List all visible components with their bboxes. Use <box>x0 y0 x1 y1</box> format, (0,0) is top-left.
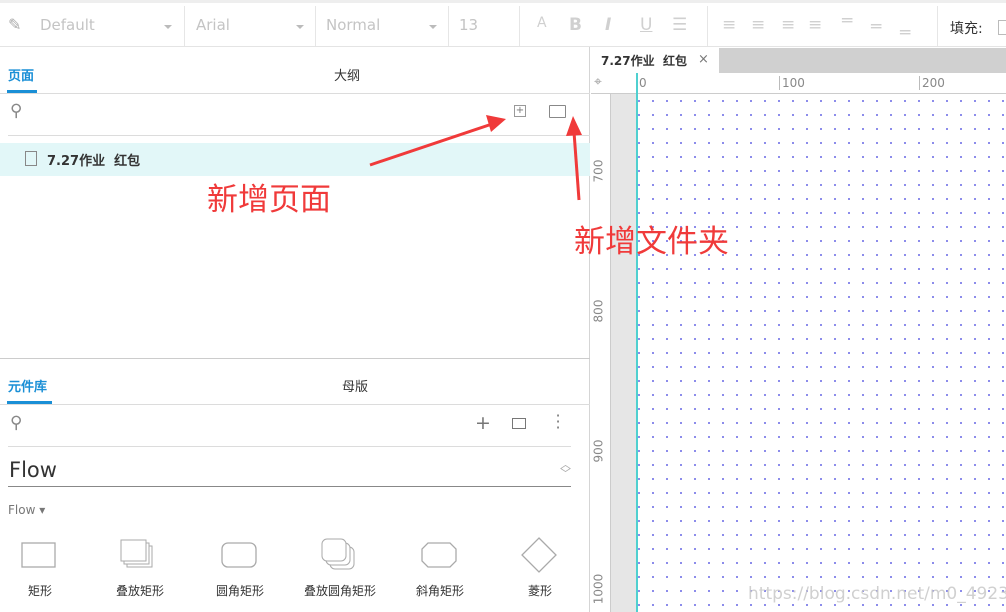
annotation-arrows <box>369 115 582 201</box>
annotation-new-folder: 新增文件夹 <box>574 224 729 260</box>
annotation-new-page: 新增页面 <box>207 182 331 218</box>
